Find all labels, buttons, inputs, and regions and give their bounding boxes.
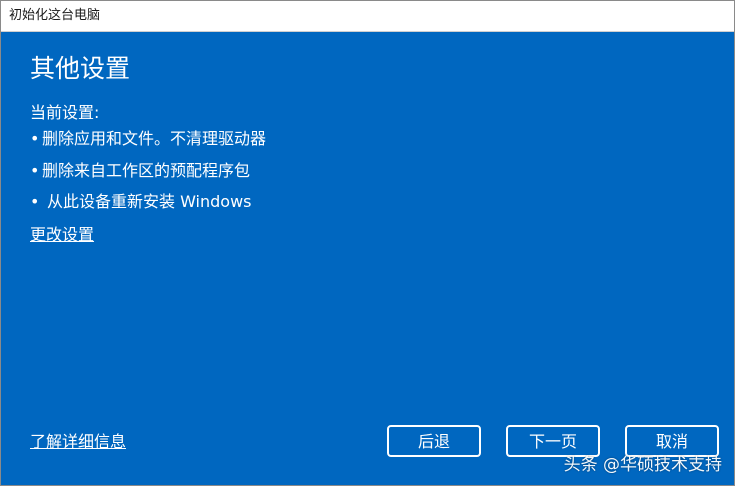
setting-item-delete-provisioning: • 删除来自工作区的预配程序包 — [30, 160, 250, 182]
window-title: 初始化这台电脑 — [9, 8, 101, 23]
next-button[interactable]: 下一页 — [506, 425, 600, 457]
bullet-icon: • — [30, 161, 40, 180]
current-settings-label: 当前设置: — [30, 103, 100, 122]
back-button[interactable]: 后退 — [387, 425, 481, 457]
title-bar: 初始化这台电脑 — [1, 1, 734, 32]
reset-pc-window: 初始化这台电脑 其他设置 当前设置: • 删除应用和文件。不清理驱动器 • 删除来自… — [0, 0, 735, 486]
watermark: 头条 @华硕技术支持 — [563, 455, 722, 475]
setting-item-reinstall-windows: • 从此设备重新安装 Windows — [30, 191, 252, 213]
setting-item-label: 从此设备重新安装 Windows — [47, 192, 252, 211]
page-title: 其他设置 — [30, 54, 131, 83]
setting-item-label: 删除来自工作区的预配程序包 — [42, 161, 251, 180]
learn-more-link[interactable]: 了解详细信息 — [30, 432, 126, 452]
dialog-content: 其他设置 当前设置: • 删除应用和文件。不清理驱动器 • 删除来自工作区的预配程序… — [1, 32, 734, 485]
bullet-icon: • — [30, 129, 40, 148]
change-settings-link[interactable]: 更改设置 — [30, 225, 94, 245]
setting-item-delete-apps: • 删除应用和文件。不清理驱动器 — [30, 128, 266, 150]
setting-item-label: 删除应用和文件。不清理驱动器 — [42, 129, 267, 148]
cancel-button[interactable]: 取消 — [625, 425, 719, 457]
bullet-icon: • — [30, 192, 40, 211]
